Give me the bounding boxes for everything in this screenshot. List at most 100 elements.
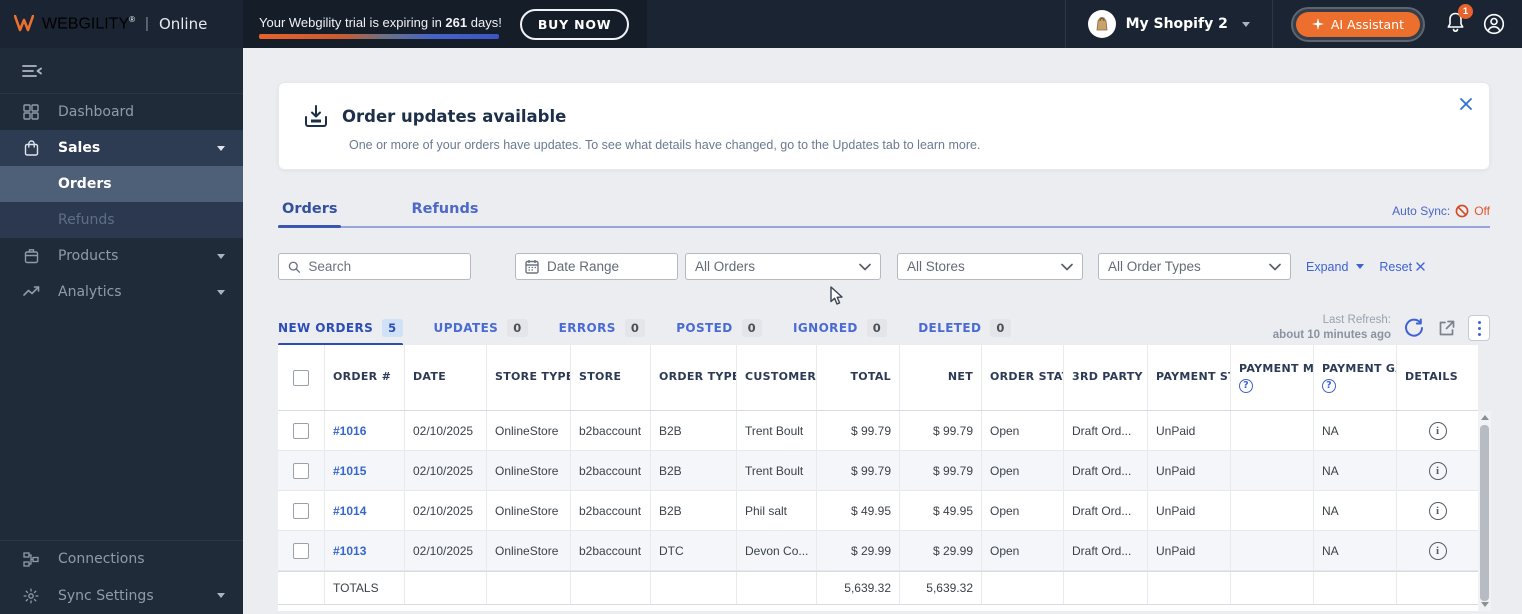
order-updates-icon — [305, 105, 327, 127]
order-number-link[interactable]: #1016 — [333, 424, 366, 438]
refresh-icon — [1405, 318, 1423, 337]
main-content: Order updates available One or more of y… — [243, 48, 1522, 614]
col-3rd-party-app: 3RD PARTY APP — [1064, 345, 1148, 410]
tab-posted[interactable]: POSTED 0 — [676, 310, 763, 346]
search-box — [278, 253, 471, 280]
table-row: #1014 02/10/2025 OnlineStore b2baccount … — [278, 491, 1478, 531]
banner-close-button[interactable] — [1459, 97, 1473, 116]
help-icon[interactable]: ? — [1322, 378, 1336, 393]
cell-payment-method — [1231, 411, 1314, 450]
sidebar-item-dashboard[interactable]: Dashboard — [0, 94, 243, 130]
auto-sync-status[interactable]: Auto Sync: Off — [1392, 204, 1490, 226]
refresh-button[interactable] — [1403, 317, 1425, 339]
reset-filters-link[interactable]: Reset — [1379, 260, 1425, 274]
details-info-icon[interactable]: i — [1428, 461, 1447, 480]
store-filter-select[interactable]: All Stores — [897, 253, 1083, 280]
sidebar-item-refunds[interactable]: Refunds — [0, 202, 243, 238]
cell-order-status: Open — [982, 411, 1064, 450]
cell-order-type: B2B — [651, 411, 737, 450]
details-info-icon[interactable]: i — [1428, 421, 1447, 440]
scroll-up-arrow[interactable] — [1480, 415, 1489, 420]
chevron-down-icon — [1061, 263, 1073, 270]
cell-store-type: OnlineStore — [487, 491, 571, 530]
ai-assistant-wrap: AI Assistant — [1290, 6, 1425, 42]
auto-sync-label: Auto Sync: — [1392, 204, 1451, 218]
sidebar-item-orders[interactable]: Orders — [0, 166, 243, 202]
sidebar-item-sync-settings[interactable]: Sync Settings — [0, 577, 243, 614]
sidebar-bottom: Connections Sync Settings — [0, 540, 243, 614]
scrollbar-thumb[interactable] — [1480, 425, 1489, 601]
table-scrollbar[interactable] — [1478, 411, 1491, 611]
tab-new-orders[interactable]: NEW ORDERS 5 — [278, 310, 403, 346]
cell-payment-gateway — [1231, 531, 1314, 570]
count-badge: 0 — [624, 319, 646, 337]
col-store-type: STORE TYPE — [487, 345, 571, 410]
trial-zone: Your Webgility trial is expiring in 261 … — [243, 0, 648, 48]
sidebar-collapse-button[interactable] — [0, 48, 243, 94]
sidebar-item-analytics[interactable]: Analytics — [0, 274, 243, 310]
row-checkbox[interactable] — [293, 462, 309, 479]
tab-refunds[interactable]: Refunds — [407, 201, 482, 226]
row-checkbox[interactable] — [293, 502, 309, 519]
sidebar-item-label: Sync Settings — [58, 587, 154, 604]
chevron-down-icon — [217, 253, 225, 259]
expand-filters-link[interactable]: Expand — [1306, 260, 1365, 274]
order-type-filter-select[interactable]: All Order Types — [1098, 253, 1291, 280]
products-box-icon — [22, 248, 40, 264]
cell-date: 02/10/2025 — [405, 491, 487, 530]
export-button[interactable] — [1437, 319, 1456, 338]
tab-deleted[interactable]: DELETED 0 — [918, 310, 1011, 346]
refresh-zone: Last Refresh: about 10 minutes ago — [1273, 313, 1490, 343]
sidebar-item-label: Products — [58, 248, 119, 264]
cell-payment-gateway: NA — [1314, 451, 1397, 490]
help-icon[interactable]: ? — [1239, 378, 1253, 393]
order-number-link[interactable]: #1013 — [333, 544, 366, 558]
table-header-row: ORDER # DATE STORE TYPE STORE ORDER TYPE… — [278, 345, 1478, 411]
ai-assistant-button[interactable]: AI Assistant — [1295, 11, 1420, 37]
cell-3rd-party-app: Draft Ord... — [1064, 491, 1148, 530]
row-checkbox[interactable] — [293, 542, 309, 559]
tab-updates[interactable]: UPDATES 0 — [434, 310, 528, 346]
scroll-down-arrow[interactable] — [1480, 602, 1489, 607]
row-checkbox[interactable] — [293, 422, 309, 439]
store-selector[interactable]: My Shopify 2 — [1066, 0, 1272, 48]
order-filter-select[interactable]: All Orders — [685, 253, 881, 280]
search-input[interactable] — [308, 259, 461, 274]
count-badge: 0 — [741, 319, 763, 337]
sidebar-item-connections[interactable]: Connections — [0, 540, 243, 577]
date-range-picker[interactable]: Date Range — [515, 253, 678, 280]
cell-total: $ 49.95 — [817, 491, 900, 530]
cell-date: 02/10/2025 — [405, 411, 487, 450]
order-number-link[interactable]: #1015 — [333, 464, 366, 478]
close-icon — [1416, 262, 1425, 271]
tab-orders[interactable]: Orders — [278, 201, 342, 228]
cell-total: $ 99.79 — [817, 451, 900, 490]
chevron-down-icon — [1241, 21, 1250, 27]
cell-store: b2baccount — [571, 491, 651, 530]
cell-payment-status: UnPaid — [1148, 411, 1231, 450]
order-filter-value: All Orders — [695, 259, 756, 274]
banner-message: One or more of your orders have updates.… — [349, 138, 981, 152]
sidebar-item-label: Analytics — [58, 284, 122, 300]
cell-customer: Phil salt — [737, 491, 817, 530]
cell-payment-status: UnPaid — [1148, 491, 1231, 530]
chevron-down-icon — [217, 289, 225, 295]
sidebar-item-products[interactable]: Products — [0, 238, 243, 274]
col-total: TOTAL — [817, 345, 900, 410]
tab-errors[interactable]: ERRORS 0 — [559, 310, 646, 346]
tab-ignored[interactable]: IGNORED 0 — [793, 310, 888, 346]
select-all-checkbox[interactable] — [293, 369, 309, 386]
account-button[interactable] — [1482, 12, 1506, 36]
sidebar-item-sales[interactable]: Sales — [0, 130, 243, 166]
details-info-icon[interactable]: i — [1428, 501, 1447, 520]
order-number-link[interactable]: #1014 — [333, 504, 366, 518]
notifications-button[interactable]: 1 — [1445, 3, 1473, 38]
totals-row: TOTALS 5,639.32 5,639.32 — [278, 571, 1478, 605]
chevron-down-icon — [859, 263, 871, 270]
sparkle-icon — [1311, 18, 1324, 30]
buy-now-button[interactable]: BUY NOW — [519, 8, 630, 40]
more-options-button[interactable] — [1468, 315, 1490, 341]
cell-net: $ 49.95 — [900, 491, 982, 530]
details-info-icon[interactable]: i — [1428, 541, 1447, 560]
store-name: My Shopify 2 — [1125, 16, 1228, 32]
